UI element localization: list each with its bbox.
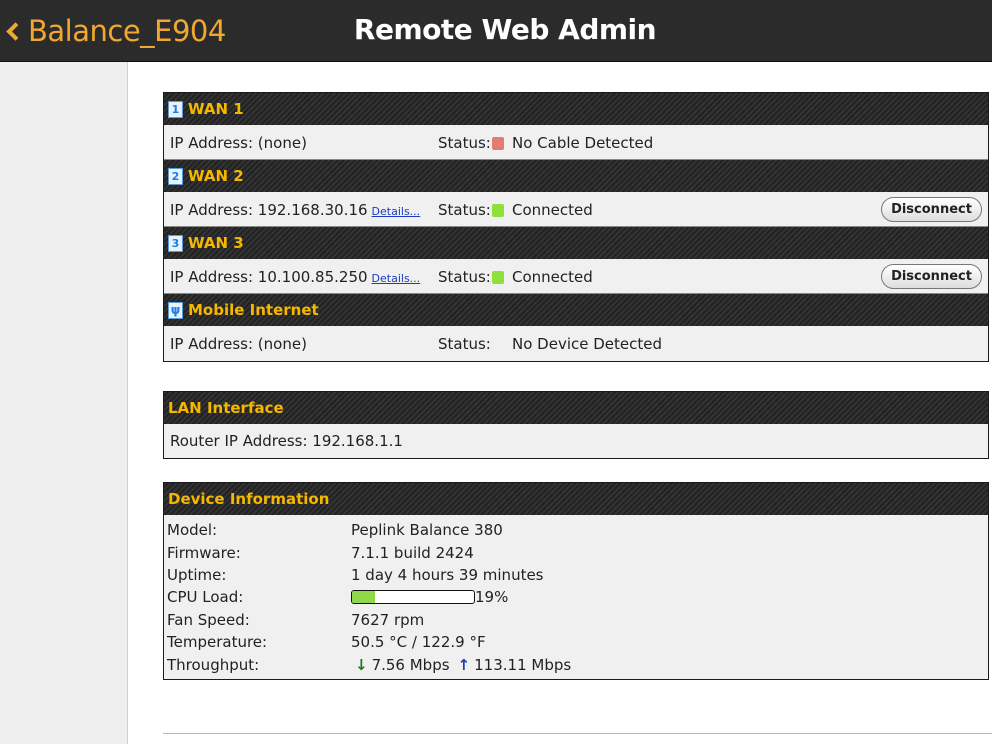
mobile-status-value: No Device Detected <box>512 335 662 353</box>
temp-label: Temperature: <box>167 633 268 652</box>
status-red-dot-icon <box>492 136 504 150</box>
lan-header: LAN Interface <box>164 392 988 424</box>
divider <box>163 733 992 734</box>
uptime-label: Uptime: <box>167 565 227 584</box>
device-uptime-row: Uptime: 1 day 4 hours 39 minutes <box>167 564 988 586</box>
top-bar: Balance_E904 Remote Web Admin <box>0 0 992 62</box>
wan2-row: IP Address: 192.168.30.16 Details... Stat… <box>164 192 988 227</box>
model-label: Model: <box>167 521 218 540</box>
mobile-status-label: Status: <box>438 335 491 353</box>
usb-icon: ψ <box>168 301 183 319</box>
device-header: Device Information <box>164 483 988 515</box>
arrow-down-icon: ↓ <box>355 655 368 674</box>
wan2-ip: IP Address: 192.168.30.16 <box>170 201 368 219</box>
wan2-header: 2 WAN 2 <box>164 160 988 192</box>
cpu-value: 19% <box>475 588 509 607</box>
cpu-load-bar <box>351 590 475 605</box>
firmware-value: 7.1.1 build 2424 <box>351 543 474 562</box>
page-title: Remote Web Admin <box>353 13 657 46</box>
device-temp-row: Temperature: 50.5 °C / 122.9 °F <box>167 631 988 653</box>
wan1-ip: IP Address: (none) <box>170 134 307 152</box>
wan3-ip: IP Address: 10.100.85.250 <box>170 268 368 286</box>
wan2-title: WAN 2 <box>188 167 244 185</box>
device-title: Device Information <box>168 490 330 508</box>
wan3-disconnect-button[interactable]: Disconnect <box>881 264 982 289</box>
mobile-status: Status: No Device Detected <box>438 335 662 353</box>
mobile-row: IP Address: (none) Status: No Device Det… <box>164 326 988 361</box>
wan3-title: WAN 3 <box>188 234 244 252</box>
lan-router-ip: Router IP Address: 192.168.1.1 <box>170 432 403 450</box>
fan-label: Fan Speed: <box>167 610 250 629</box>
wan3-status-label: Status: <box>438 268 491 286</box>
device-fan-row: Fan Speed: 7627 rpm <box>167 609 988 631</box>
wan1-header: 1 WAN 1 <box>164 93 988 125</box>
temp-value: 50.5 °C / 122.9 °F <box>351 633 486 652</box>
mobile-ip: IP Address: (none) <box>170 335 307 353</box>
wan1-status: Status: No Cable Detected <box>438 134 653 152</box>
wan-panel: 1 WAN 1 IP Address: (none) Status: No Ca… <box>163 92 989 362</box>
status-green-dot-icon <box>492 203 504 217</box>
firmware-label: Firmware: <box>167 543 241 562</box>
wan3-ip-group: IP Address: 10.100.85.250 Details... <box>170 268 420 286</box>
wan2-status-value: Connected <box>512 201 593 219</box>
device-model-row: Model: Peplink Balance 380 <box>167 519 988 541</box>
wan2-disconnect-button[interactable]: Disconnect <box>881 197 982 222</box>
wan3-header: 3 WAN 3 <box>164 227 988 259</box>
wan3-details-link[interactable]: Details... <box>372 272 421 285</box>
arrow-up-icon: ↑ <box>457 655 471 674</box>
cpu-load-fill <box>352 591 376 604</box>
mobile-header: ψ Mobile Internet <box>164 294 988 326</box>
wan3-row: IP Address: 10.100.85.250 Details... Stat… <box>164 259 988 294</box>
wan3-status: Status: Connected <box>438 268 593 286</box>
sidebar <box>0 62 128 744</box>
device-firmware-row: Firmware: 7.1.1 build 2424 <box>167 541 988 563</box>
wan1-status-value: No Cable Detected <box>512 134 654 152</box>
upload-value: 113.11 Mbps <box>474 655 572 674</box>
status-green-dot-icon <box>492 270 504 284</box>
wan3-number-icon: 3 <box>168 234 183 252</box>
device-cpu-row: CPU Load: 19% <box>167 586 988 608</box>
uptime-value: 1 day 4 hours 39 minutes <box>351 565 544 584</box>
lan-title: LAN Interface <box>168 399 284 417</box>
device-info-body: Model: Peplink Balance 380 Firmware: 7.1… <box>164 515 988 676</box>
wan3-status-value: Connected <box>512 268 593 286</box>
lan-panel: LAN Interface Router IP Address: 192.168… <box>163 391 989 459</box>
wan1-number-icon: 1 <box>168 100 183 118</box>
mobile-title: Mobile Internet <box>188 301 319 319</box>
wan1-row: IP Address: (none) Status: No Cable Dete… <box>164 125 988 160</box>
device-panel: Device Information Model: Peplink Balanc… <box>163 482 989 680</box>
device-throughput-row: Throughput: ↓ 7.56 Mbps ↑ 113.11 Mbps <box>167 653 988 675</box>
wan2-number-icon: 2 <box>168 167 183 185</box>
wan1-title: WAN 1 <box>188 100 244 118</box>
fan-value: 7627 rpm <box>351 610 425 629</box>
wan1-status-label: Status: <box>438 134 491 152</box>
wan2-status: Status: Connected <box>438 201 593 219</box>
model-value: Peplink Balance 380 <box>351 521 503 540</box>
throughput-label: Throughput: <box>167 655 260 674</box>
wan2-status-label: Status: <box>438 201 491 219</box>
download-value: 7.56 Mbps <box>371 655 450 674</box>
cpu-label: CPU Load: <box>167 588 244 607</box>
wan2-details-link[interactable]: Details... <box>372 205 421 218</box>
wan2-ip-group: IP Address: 192.168.30.16 Details... <box>170 201 420 219</box>
